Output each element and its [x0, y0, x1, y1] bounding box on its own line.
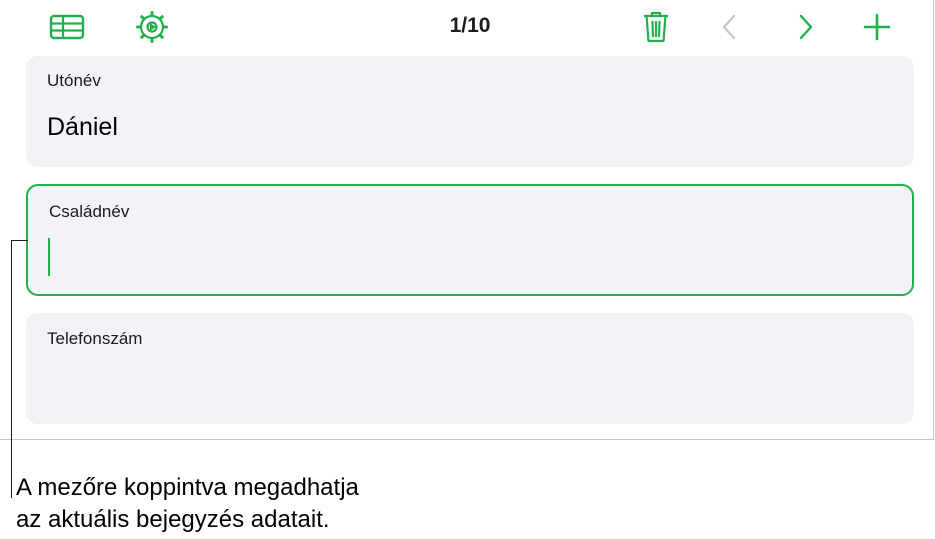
plus-icon [863, 13, 891, 41]
field-first-name[interactable]: Utónév Dániel [26, 56, 914, 167]
record-form-window: 1/10 Utónév Dániel Családnév Telefonszám [0, 0, 934, 440]
callout-line-2: az aktuális bejegyzés adatait. [16, 506, 330, 533]
field-label: Családnév [49, 202, 130, 221]
table-view-button[interactable] [45, 8, 89, 46]
settings-gear-icon [135, 10, 169, 44]
field-value[interactable]: Dániel [47, 113, 118, 142]
add-record-button[interactable] [855, 8, 899, 46]
delete-record-button[interactable] [634, 8, 678, 46]
field-last-name[interactable]: Családnév [26, 184, 914, 296]
chevron-right-icon [795, 12, 815, 42]
settings-button[interactable] [130, 8, 174, 46]
field-label: Telefonszám [47, 329, 143, 348]
callout-line-1: A mezőre koppintva megadhatja [16, 474, 359, 501]
record-counter: 1/10 [449, 14, 491, 37]
next-record-button[interactable] [783, 8, 827, 46]
field-phone-number[interactable]: Telefonszám [26, 313, 914, 424]
callout-text: A mezőre koppintva megadhatja az aktuáli… [16, 472, 476, 536]
trash-icon [642, 10, 670, 44]
previous-record-button[interactable] [708, 8, 752, 46]
text-cursor [48, 238, 50, 276]
callout-leader-line [11, 240, 12, 498]
table-icon [49, 14, 85, 40]
field-label: Utónév [47, 71, 101, 90]
callout-leader-tick [11, 240, 28, 241]
chevron-left-icon [720, 12, 740, 42]
